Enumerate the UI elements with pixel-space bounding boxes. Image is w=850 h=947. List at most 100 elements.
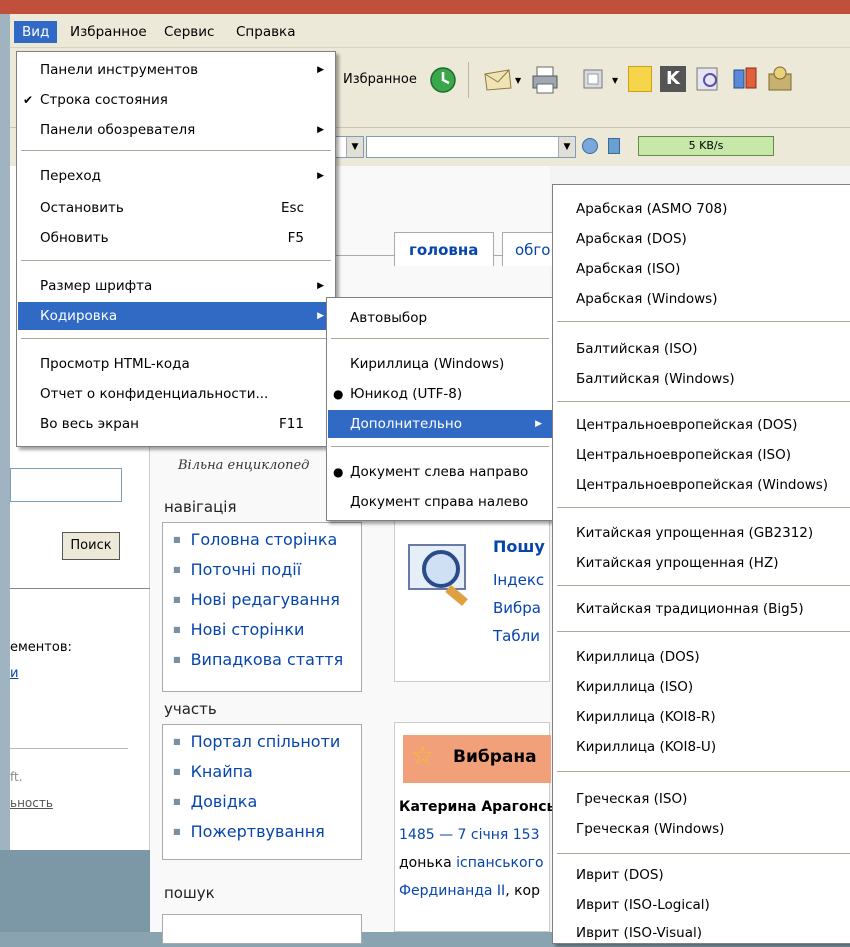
bluetooth-icon[interactable] (730, 64, 760, 94)
nav-heading: навігація (164, 498, 237, 516)
menu-item-auto-select[interactable]: Автовыбор (328, 304, 552, 332)
participate-portlet: Портал спільноти Кнайпа Довідка Пожертву… (162, 724, 362, 860)
nav-link[interactable]: Поточні події (173, 555, 361, 585)
encoding-item[interactable]: Арабская (Windows) (554, 285, 850, 313)
menu-item-left-to-right[interactable]: ● Документ слева направо (328, 458, 552, 486)
featured-panel: ☆ Вибрана Катерина Арагонсь 1485 — 7 січ… (394, 722, 555, 932)
encoding-item[interactable]: Кириллица (KOI8-U) (554, 733, 850, 761)
submenu-arrow-icon: ▶ (317, 171, 324, 181)
participate-link[interactable]: Кнайпа (173, 757, 361, 787)
submenu-arrow-icon: ▶ (317, 125, 324, 135)
nav-link[interactable]: Випадкова стаття (173, 645, 361, 675)
menu-item-toolbars[interactable]: Панели инструментов ▶ (18, 56, 334, 84)
menu-view[interactable]: Вид (14, 21, 58, 43)
tables-link[interactable]: Табли (493, 627, 540, 645)
menu-item-right-to-left[interactable]: Документ справа налево (328, 488, 552, 516)
menu-item-go-to[interactable]: Переход ▶ (18, 162, 334, 190)
menu-item-status-bar[interactable]: ✔ Строка состояния (18, 86, 334, 114)
encoding-item[interactable]: Кириллица (DOS) (554, 643, 850, 671)
menu-item-view-source[interactable]: Просмотр HTML-кода (18, 350, 334, 378)
tools-icon[interactable] (766, 64, 796, 94)
mail-icon[interactable] (483, 68, 513, 92)
menu-item-explorer-bars[interactable]: Панели обозревателя ▶ (18, 116, 334, 144)
print-icon[interactable] (530, 64, 560, 96)
encoding-item[interactable]: Балтийская (Windows) (554, 365, 850, 393)
index-link[interactable]: Індекс (493, 571, 544, 589)
encoding-item[interactable]: Кириллица (ISO) (554, 673, 850, 701)
messenger-icon[interactable]: K (660, 66, 686, 92)
nav-link[interactable]: Нові сторінки (173, 615, 361, 645)
menu-item-label: Юникод (UTF-8) (350, 386, 463, 402)
menu-item-text-size[interactable]: Размер шрифта ▶ (18, 272, 334, 300)
favorites-button[interactable]: Избранное (343, 72, 417, 87)
shortcut-label: F11 (279, 416, 304, 432)
menu-item-label: Во весь экран (40, 416, 139, 432)
star-icon: ☆ (411, 741, 435, 771)
encoding-item[interactable]: Китайская упрощенная (HZ) (554, 549, 850, 577)
menu-separator (557, 401, 850, 402)
nav-link[interactable]: Нові редагування (173, 585, 361, 615)
left-link[interactable]: и (10, 666, 18, 681)
encoding-item[interactable]: Иврит (DOS) (554, 861, 850, 889)
search-button[interactable]: Поиск (62, 532, 120, 560)
edit-icon[interactable] (582, 68, 604, 90)
research-icon[interactable] (694, 64, 722, 94)
taskbar-strip (0, 850, 150, 932)
elements-label: ементов: (10, 640, 72, 655)
encoding-item[interactable]: Балтийская (ISO) (554, 335, 850, 363)
nav-link[interactable]: Головна сторінка (173, 525, 361, 555)
participate-link[interactable]: Портал спільноти (173, 727, 361, 757)
encoding-menu: Автовыбор Кириллица (Windows) ● Юникод (U… (326, 297, 554, 521)
search-globe-icon[interactable] (582, 138, 598, 154)
address-input[interactable]: ▼ (366, 136, 576, 158)
encoding-item[interactable]: Греческая (ISO) (554, 785, 850, 813)
encoding-item[interactable]: Центральноевропейская (Windows) (554, 471, 850, 499)
menu-item-unicode[interactable]: ● Юникод (UTF-8) (328, 380, 552, 408)
left-divider (10, 588, 150, 589)
edit-dropdown-arrow-icon[interactable]: ▼ (612, 76, 618, 85)
encoding-item[interactable]: Кириллица (KOI8-R) (554, 703, 850, 731)
menu-item-label: Панели обозревателя (40, 122, 196, 138)
left-search-input[interactable] (10, 468, 122, 502)
encoding-item[interactable]: Арабская (ISO) (554, 255, 850, 283)
participate-link[interactable]: Довідка (173, 787, 361, 817)
menu-tools[interactable]: Сервис (156, 21, 222, 43)
menu-separator (557, 507, 850, 508)
featured-link[interactable]: Вибра (493, 599, 541, 617)
wiki-search-box[interactable] (162, 914, 362, 944)
mail-dropdown-arrow-icon[interactable]: ▼ (515, 76, 521, 85)
menu-help[interactable]: Справка (228, 21, 303, 43)
encoding-item[interactable]: Иврит (ISO-Logical) (554, 891, 850, 919)
page-icon[interactable] (608, 138, 620, 154)
notes-icon[interactable] (628, 66, 652, 92)
article-link[interactable]: іспанського (456, 855, 543, 871)
encoding-item[interactable]: Китайская традиционная (Big5) (554, 595, 850, 623)
encoding-item[interactable]: Китайская упрощенная (GB2312) (554, 519, 850, 547)
dropdown-arrow-icon[interactable]: ▼ (558, 137, 575, 157)
menu-item-cyrillic-windows[interactable]: Кириллица (Windows) (328, 350, 552, 378)
menu-item-more[interactable]: Дополнительно ▶ (328, 410, 552, 438)
encoding-item[interactable]: Арабская (DOS) (554, 225, 850, 253)
privacy-link[interactable]: ьность (10, 796, 53, 810)
menu-item-full-screen[interactable]: Во весь экран F11 (18, 410, 334, 438)
encoding-item[interactable]: Центральноевропейская (ISO) (554, 441, 850, 469)
encoding-item[interactable]: Греческая (Windows) (554, 815, 850, 843)
article-link[interactable]: Фердинанда ІІ (399, 883, 505, 899)
menu-item-refresh[interactable]: Обновить F5 (18, 224, 334, 252)
encoding-item[interactable]: Центральноевропейская (DOS) (554, 411, 850, 439)
search-portal-title[interactable]: Пошу (493, 537, 545, 556)
menu-item-label: Кодировка (40, 308, 118, 324)
encoding-item[interactable]: Арабская (ASMO 708) (554, 195, 850, 223)
menu-item-label: Переход (40, 168, 101, 184)
menu-item-privacy-report[interactable]: Отчет о конфиденциальности... (18, 380, 334, 408)
menu-favorites[interactable]: Избранное (62, 21, 155, 43)
dropdown-arrow-icon[interactable]: ▼ (346, 137, 363, 157)
encoding-item[interactable]: Иврит (ISO-Visual) (554, 919, 850, 947)
tab-main[interactable]: головна (394, 232, 494, 266)
article-dates[interactable]: 1485 — 7 січня 153 (399, 827, 540, 843)
view-menu: Панели инструментов ▶ ✔ Строка состояния П… (16, 51, 336, 447)
menu-item-stop[interactable]: Остановить Esc (18, 194, 334, 222)
participate-link[interactable]: Пожертвування (173, 817, 361, 847)
history-icon[interactable] (428, 65, 458, 95)
menu-item-encoding[interactable]: Кодировка ▶ (18, 302, 334, 330)
